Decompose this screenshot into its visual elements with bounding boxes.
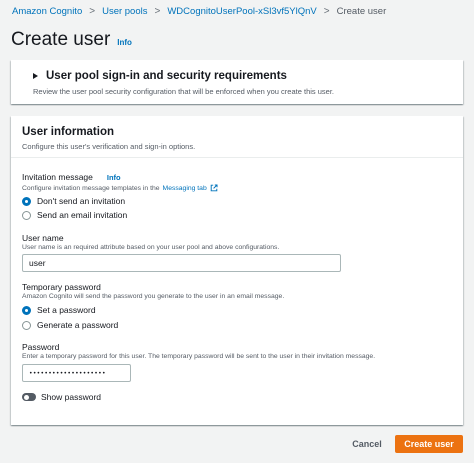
security-requirements-panel: User pool sign-in and security requireme… bbox=[11, 60, 463, 104]
create-user-button[interactable]: Create user bbox=[395, 435, 463, 453]
messaging-tab-link[interactable]: Messaging tab bbox=[163, 185, 207, 192]
radio-generate-password-label: Generate a password bbox=[37, 320, 119, 330]
security-requirements-toggle[interactable]: User pool sign-in and security requireme… bbox=[33, 70, 287, 82]
radio-checked-icon[interactable] bbox=[22, 196, 31, 206]
radio-checked-icon[interactable] bbox=[22, 305, 31, 315]
caret-right-icon bbox=[33, 73, 38, 79]
radio-send-email-invitation[interactable]: Send an email invitation bbox=[22, 210, 127, 220]
invitation-description-text: Configure invitation message templates i… bbox=[22, 184, 160, 192]
temporary-password-description: Amazon Cognito will send the password yo… bbox=[22, 293, 285, 300]
invitation-info-link[interactable]: Info bbox=[107, 173, 121, 182]
breadcrumb: Amazon Cognito > User pools > WDCognitoU… bbox=[12, 6, 386, 17]
invitation-message-label-text: Invitation message bbox=[22, 172, 93, 182]
radio-dont-send-invitation[interactable]: Don't send an invitation bbox=[22, 196, 125, 206]
breadcrumb-current: Create user bbox=[336, 6, 387, 17]
breadcrumb-separator-icon: > bbox=[323, 6, 330, 17]
show-password-toggle-row[interactable]: Show password bbox=[22, 392, 101, 402]
breadcrumb-user-pool[interactable]: WDCognitoUserPool-xSl3vf5YlQnV bbox=[167, 6, 316, 17]
cancel-button[interactable]: Cancel bbox=[347, 435, 387, 453]
radio-generate-password[interactable]: Generate a password bbox=[22, 320, 118, 330]
radio-send-email-label: Send an email invitation bbox=[37, 210, 128, 220]
radio-set-password[interactable]: Set a password bbox=[22, 305, 96, 315]
breadcrumb-separator-icon: > bbox=[89, 6, 96, 17]
user-information-panel: User information Configure this user's v… bbox=[11, 116, 463, 425]
radio-unchecked-icon[interactable] bbox=[22, 320, 31, 330]
radio-unchecked-icon[interactable] bbox=[22, 210, 31, 220]
password-label: Password bbox=[22, 342, 60, 352]
show-password-label: Show password bbox=[41, 392, 102, 402]
username-description: User name is an required attribute based… bbox=[22, 244, 280, 251]
page-info-link[interactable]: Info bbox=[117, 38, 132, 47]
username-label: User name bbox=[22, 233, 64, 243]
page-title: Create user bbox=[11, 29, 111, 50]
password-description: Enter a temporary password for this user… bbox=[22, 353, 376, 360]
external-link-icon bbox=[210, 184, 218, 192]
temporary-password-label: Temporary password bbox=[22, 282, 101, 292]
invitation-message-description: Configure invitation message templates i… bbox=[22, 184, 218, 192]
breadcrumb-separator-icon: > bbox=[154, 6, 161, 17]
toggle-knob bbox=[23, 394, 29, 400]
user-information-description: Configure this user's verification and s… bbox=[22, 142, 196, 151]
invitation-message-label: Invitation message Info bbox=[22, 172, 121, 182]
page-header: Create user Info bbox=[11, 29, 132, 51]
username-input[interactable]: user bbox=[22, 254, 341, 272]
radio-dont-send-label: Don't send an invitation bbox=[37, 196, 126, 206]
user-information-header: User information Configure this user's v… bbox=[11, 116, 463, 158]
password-input[interactable]: •••••••••••••••••••• bbox=[22, 364, 131, 382]
security-requirements-title: User pool sign-in and security requireme… bbox=[46, 70, 287, 82]
user-information-title: User information bbox=[22, 126, 115, 138]
breadcrumb-user-pools[interactable]: User pools bbox=[102, 6, 147, 17]
breadcrumb-amazon-cognito[interactable]: Amazon Cognito bbox=[12, 6, 82, 17]
security-requirements-description: Review the user pool security configurat… bbox=[33, 87, 334, 96]
toggle-off-icon[interactable] bbox=[22, 393, 36, 401]
radio-set-password-label: Set a password bbox=[37, 305, 96, 315]
